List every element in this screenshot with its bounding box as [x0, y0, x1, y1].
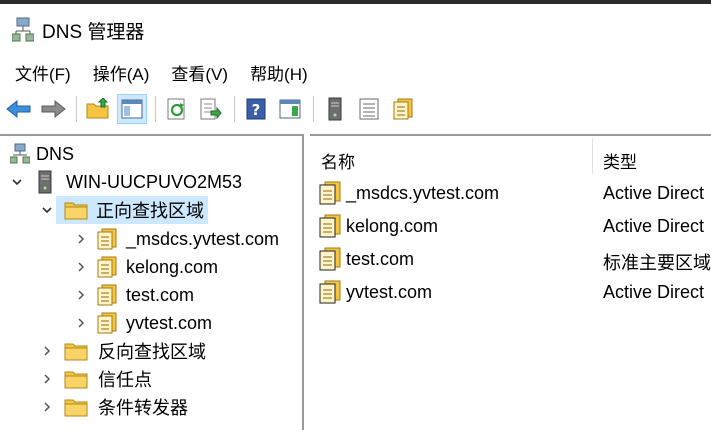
chevron-right-icon[interactable] — [40, 372, 54, 386]
svg-text:?: ? — [252, 101, 261, 119]
chevron-down-icon[interactable] — [10, 175, 24, 189]
tree-label: 条件转发器 — [98, 398, 188, 418]
zone-icon — [319, 181, 341, 205]
zone-icon — [97, 284, 117, 306]
record-list-button[interactable] — [354, 94, 384, 124]
folder-icon — [64, 371, 88, 389]
export-list-icon — [200, 98, 222, 120]
zone-icon — [97, 256, 117, 278]
zone-icon — [319, 280, 341, 304]
tree-label: WIN-UUCPUVO2M53 — [66, 171, 243, 192]
folder-icon — [64, 343, 88, 361]
zone-name: _msdcs.yvtest.com — [346, 183, 500, 203]
zone-icon — [393, 98, 413, 120]
chevron-right-icon[interactable] — [74, 316, 88, 330]
action-pane-button[interactable] — [275, 94, 305, 124]
tree-item-zone[interactable]: _msdcs.yvtest.com — [74, 225, 279, 253]
back-button[interactable] — [4, 94, 34, 124]
tree-label: kelong.com — [126, 256, 219, 277]
show-hide-console-tree-button[interactable] — [117, 94, 147, 124]
tree-item-dns[interactable]: DNS — [10, 140, 74, 168]
list-item[interactable]: kelong.com Active Direct — [310, 211, 711, 241]
toolbar: ? — [0, 90, 711, 128]
toolbar-separator — [76, 96, 77, 122]
up-folder-icon — [86, 98, 109, 119]
toolbar-separator — [234, 96, 235, 122]
dns-server-icon — [11, 17, 35, 43]
tree-item-reverse-lookup-zones[interactable]: 反向查找区域 — [40, 337, 206, 365]
zone-icon — [319, 214, 341, 238]
column-header-name[interactable]: 名称 — [321, 148, 355, 173]
zone-icon — [97, 228, 117, 250]
tree-item-zone[interactable]: test.com — [74, 281, 194, 309]
help-button[interactable]: ? — [241, 94, 271, 124]
zone-name: kelong.com — [346, 216, 439, 236]
tree-label: 信任点 — [98, 370, 152, 390]
zone-type: 标准主要区域 — [603, 253, 711, 273]
chevron-right-icon[interactable] — [74, 260, 88, 274]
tree-label: _msdcs.yvtest.com — [126, 228, 280, 249]
tree-item-forward-lookup-zones[interactable]: 正向查找区域 — [40, 196, 208, 224]
tree-item-zone[interactable]: yvtest.com — [74, 309, 212, 337]
server-icon — [38, 170, 52, 194]
window-title: DNS 管理器 — [42, 21, 145, 43]
toolbar-separator — [313, 96, 314, 122]
menu-view[interactable]: 查看(V) — [162, 56, 237, 89]
title-bar: DNS 管理器 — [0, 4, 711, 56]
column-header-type[interactable]: 类型 — [603, 148, 637, 173]
menu-help[interactable]: 帮助(H) — [241, 56, 317, 89]
menu-action[interactable]: 操作(A) — [84, 56, 159, 89]
record-list-icon — [359, 98, 379, 120]
zone-type: Active Direct — [603, 282, 705, 302]
folder-icon — [64, 202, 88, 220]
tree-label: test.com — [126, 284, 195, 305]
chevron-right-icon[interactable] — [74, 288, 88, 302]
list-item[interactable]: yvtest.com Active Direct — [310, 277, 711, 307]
zone-icon — [319, 247, 341, 271]
zone-type: Active Direct — [603, 183, 705, 203]
tree-item-server[interactable]: WIN-UUCPUVO2M53 — [10, 168, 242, 196]
server-icon — [328, 97, 342, 121]
back-icon — [6, 99, 31, 119]
dns-root-icon — [10, 143, 30, 164]
column-divider[interactable] — [592, 138, 593, 174]
results-list: 名称 类型 _msdcs.yvtest.com Active Direct ke… — [310, 134, 711, 430]
tree-item-conditional-forwarders[interactable]: 条件转发器 — [40, 393, 188, 421]
tree-label: DNS — [36, 143, 75, 164]
refresh-button[interactable] — [162, 94, 192, 124]
tree-label: 正向查找区域 — [96, 201, 204, 221]
refresh-icon — [167, 98, 185, 120]
tree-label: 反向查找区域 — [98, 342, 206, 362]
chevron-right-icon[interactable] — [40, 344, 54, 358]
console-tree: DNS WIN-UUCPUVO2M53 正向查找区域 _msdcs.yvtest… — [0, 134, 304, 430]
zone-name: test.com — [346, 249, 415, 269]
forward-button[interactable] — [38, 94, 68, 124]
action-pane-icon — [279, 99, 301, 119]
chevron-down-icon[interactable] — [40, 203, 54, 217]
toolbar-separator — [155, 96, 156, 122]
menu-bar: 文件(F) 操作(A) 查看(V) 帮助(H) — [0, 56, 711, 88]
new-zone-button[interactable] — [388, 94, 418, 124]
show-hide-tree-icon — [121, 99, 143, 119]
zone-type: Active Direct — [603, 216, 705, 236]
up-one-level-button[interactable] — [83, 94, 113, 124]
export-list-button[interactable] — [196, 94, 226, 124]
forward-icon — [41, 99, 66, 119]
list-item[interactable]: test.com 标准主要区域 — [310, 244, 711, 274]
tree-item-zone[interactable]: kelong.com — [74, 253, 218, 281]
menu-file[interactable]: 文件(F) — [6, 56, 80, 89]
server-button[interactable] — [320, 94, 350, 124]
zone-icon — [97, 312, 117, 334]
zone-name: yvtest.com — [346, 282, 433, 302]
list-header: 名称 类型 — [310, 136, 711, 176]
tree-label: yvtest.com — [126, 312, 213, 333]
list-item[interactable]: _msdcs.yvtest.com Active Direct — [310, 178, 711, 208]
tree-item-trust-points[interactable]: 信任点 — [40, 365, 152, 393]
chevron-right-icon[interactable] — [74, 232, 88, 246]
help-icon: ? — [246, 98, 266, 120]
folder-icon — [64, 399, 88, 417]
chevron-right-icon[interactable] — [40, 400, 54, 414]
